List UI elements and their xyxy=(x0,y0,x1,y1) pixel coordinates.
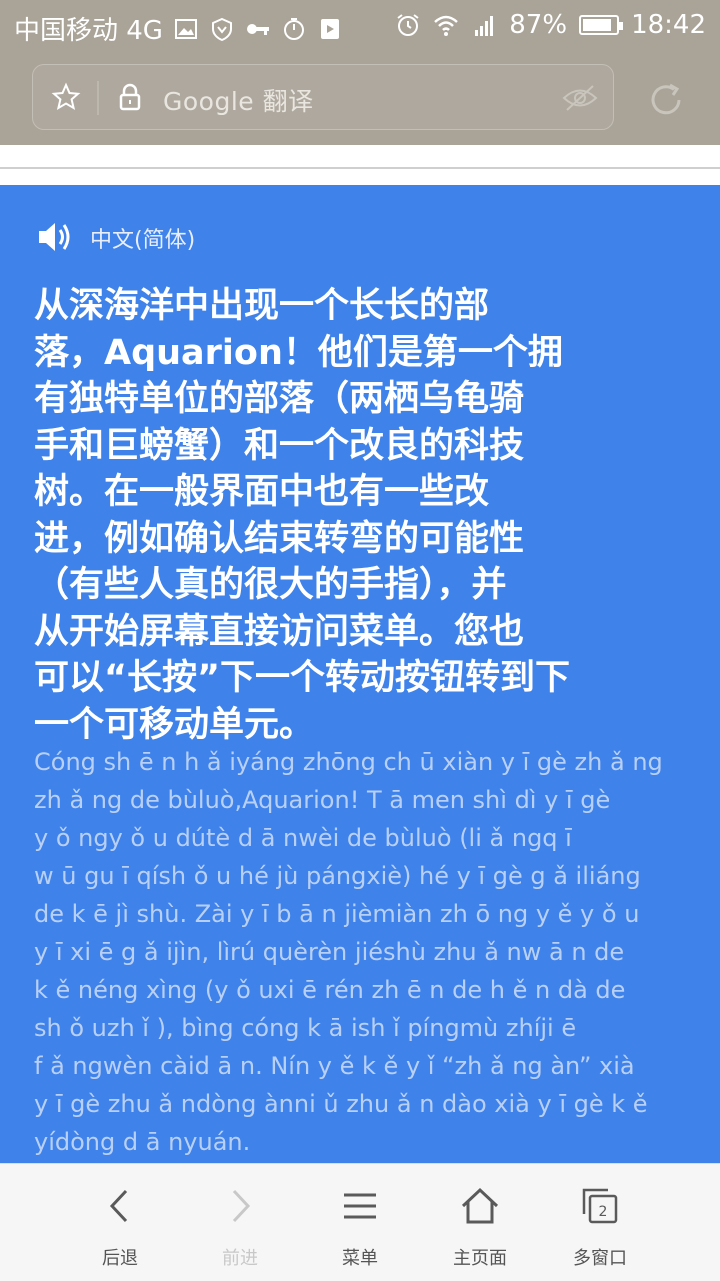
translation-line: （有些人真的很大的手指），并 xyxy=(34,565,507,605)
forward-label: 前进 xyxy=(222,1248,258,1269)
translation-line: 从开始屏幕直接访问菜单。您也 xyxy=(34,611,525,652)
home-label: 主页面 xyxy=(453,1248,507,1269)
status-left: 中国移动 4G xyxy=(14,10,343,47)
back-label: 后退 xyxy=(102,1248,138,1269)
home-button[interactable]: 主页面 xyxy=(420,1164,540,1281)
bottom-navigation: 后退 前进 菜单 主页面 2 多窗口 xyxy=(0,1163,720,1281)
translation-line: 进，例如确认结束转弯的可能性 xyxy=(34,518,525,559)
pinyin-line: f ǎ ngwèn càid ā n. Nín y ě k ě y ǐ “zh … xyxy=(34,1052,635,1080)
windows-button[interactable]: 2 多窗口 xyxy=(540,1164,660,1281)
back-chevron-icon xyxy=(109,1189,128,1223)
pinyin-line: k ě néng xìng (y ǒ uxi ē rén zh ē n de h… xyxy=(34,976,626,1004)
reload-icon[interactable] xyxy=(646,80,686,120)
battery-fill xyxy=(583,19,612,31)
translation-line: 有独特单位的部落（两栖乌龟骑 xyxy=(34,379,525,419)
pinyin-text: Cóng sh ē n h ǎ iyáng zhōng ch ū xiàn y … xyxy=(34,743,684,1161)
browser-toolbar: Google 翻译 xyxy=(0,52,720,145)
pinyin-line: de k ē jì shù. Zài y ī b ā n jièmiàn zh … xyxy=(34,900,640,928)
pinyin-line: y ǒ ngy ǒ u dútè d ā nwèi de bùluò (li ǎ… xyxy=(34,824,572,852)
image-icon xyxy=(173,16,199,42)
stopwatch-icon xyxy=(281,16,307,42)
translation-line: 从深海洋中出现一个长长的部 xyxy=(34,286,490,326)
pinyin-line: w ū gu ī qísh ǒ u hé jù pángxiè) hé y ī … xyxy=(34,862,641,890)
translation-line: 手和巨螃蟹）和一个改良的科技 xyxy=(34,425,525,466)
menu-label: 菜单 xyxy=(342,1248,378,1269)
page-top-strip xyxy=(0,145,720,185)
vpn-shield-icon xyxy=(209,16,235,42)
windows-label: 多窗口 xyxy=(573,1248,627,1269)
status-bar: 中国移动 4G 87% 18:42 xyxy=(0,0,720,52)
menu-button[interactable]: 菜单 xyxy=(300,1164,420,1281)
translation-line: 可以“长按”下一个转动按钮转到下 xyxy=(34,658,571,698)
translation-line: 落，Aquarion！他们是第一个拥 xyxy=(34,332,563,373)
clock: 18:42 xyxy=(631,10,706,40)
translation-line: 一个可移动单元。 xyxy=(34,704,315,745)
alarm-icon xyxy=(395,12,421,38)
forward-chevron-icon xyxy=(232,1189,251,1223)
speaker-icon[interactable] xyxy=(36,218,74,256)
home-icon xyxy=(461,1187,499,1224)
url-bar[interactable]: Google 翻译 xyxy=(32,64,614,130)
wifi-icon xyxy=(433,12,459,38)
language-label: 中文(简体) xyxy=(90,228,196,253)
translated-text: 从深海洋中出现一个长长的部 落，Aquarion！他们是第一个拥 有独特单位的部… xyxy=(34,283,614,748)
pinyin-line: y ī xi ē g ǎ ijìn, lìrú quèrèn jiéshù zh… xyxy=(34,938,625,966)
translation-panel: 中文(简体) 从深海洋中出现一个长长的部 落，Aquarion！他们是第一个拥 … xyxy=(0,185,720,1165)
cellular-4g-icon xyxy=(471,12,497,38)
battery-percent: 87% xyxy=(509,10,568,40)
key-icon xyxy=(245,16,271,42)
url-separator xyxy=(97,81,99,115)
window-count-badge: 2 xyxy=(599,1204,608,1220)
carrier-label: 中国移动 4G xyxy=(14,16,163,46)
pinyin-line: y ī gè zhu ǎ ndòng ànni ǔ zhu ǎ n dào xi… xyxy=(34,1090,648,1118)
star-icon[interactable] xyxy=(51,82,81,112)
page-divider xyxy=(0,167,720,169)
url-text[interactable]: Google 翻译 xyxy=(163,82,314,118)
pinyin-line: zh ǎ ng de bùluò,Aquarion! T ā men shì d… xyxy=(34,786,611,814)
windows-icon: 2 xyxy=(582,1188,618,1224)
status-right: 87% 18:42 xyxy=(395,10,706,40)
menu-icon xyxy=(344,1193,376,1219)
pinyin-line: yídòng d ā nyuán. xyxy=(34,1128,251,1156)
back-button[interactable]: 后退 xyxy=(60,1164,180,1281)
pinyin-line: sh ǒ uzh ǐ ), bìng cóng k ā ish ǐ píngmù… xyxy=(34,1014,577,1042)
lock-icon xyxy=(119,83,141,111)
translation-line: 树。在一般界面中也有一些改 xyxy=(34,472,490,512)
pinyin-line: Cóng sh ē n h ǎ iyáng zhōng ch ū xiàn y … xyxy=(34,748,663,776)
eye-off-icon[interactable] xyxy=(561,83,599,113)
app-notification-icon xyxy=(317,16,343,42)
forward-button[interactable]: 前进 xyxy=(180,1164,300,1281)
battery-icon xyxy=(579,15,624,35)
